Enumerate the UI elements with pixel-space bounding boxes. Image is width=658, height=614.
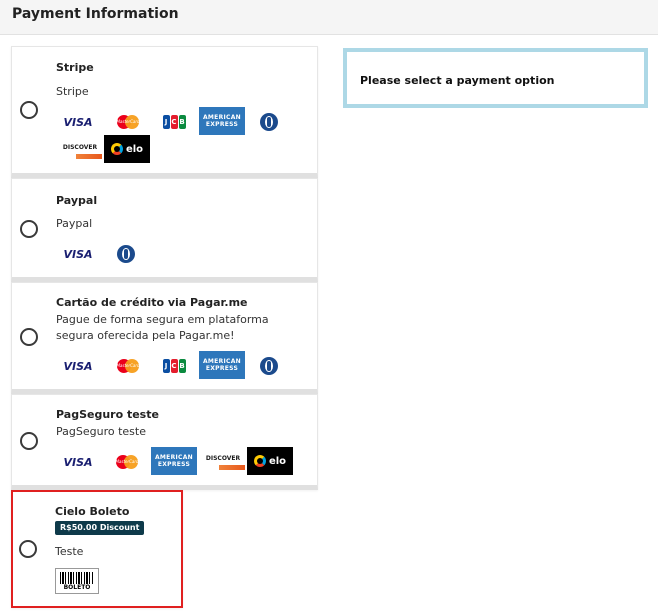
mastercard-logo: MasterCard: [113, 108, 143, 136]
method-description-line-2: segura oferecida pela Pagar.me!: [56, 329, 235, 342]
discover-logo: DISCOVER: [201, 448, 245, 476]
visa-logo: VISA: [63, 359, 93, 373]
amex-logo: AMERICAN EXPRESS: [151, 447, 197, 475]
visa-logo: VISA: [63, 247, 93, 261]
radio-paypal[interactable]: [20, 220, 38, 238]
prompt-message: Please select a payment option: [360, 74, 555, 87]
payment-method-cielo-boleto[interactable]: Cielo Boleto R$50.00 Discount Teste BOLE…: [11, 490, 183, 608]
diners-logo: [258, 108, 280, 136]
method-description: PagSeguro teste: [56, 425, 146, 438]
discover-logo: DISCOVER: [58, 137, 102, 165]
mastercard-logo: MasterCard: [113, 352, 143, 380]
jcb-logo: JCB: [161, 108, 187, 136]
method-name: PagSeguro teste: [56, 408, 159, 421]
method-description: Stripe: [56, 85, 89, 98]
method-description: Teste: [55, 545, 84, 558]
method-name: Cartão de crédito via Pagar.me: [56, 296, 248, 309]
elo-logo: elo: [104, 135, 150, 163]
discount-badge: R$50.00 Discount: [55, 521, 145, 535]
radio-cielo-boleto[interactable]: [19, 540, 37, 558]
method-name: Stripe: [56, 61, 94, 74]
method-name: Paypal: [56, 194, 98, 207]
radio-pagarme[interactable]: [20, 328, 38, 346]
boleto-logo: BOLETO: [55, 568, 99, 594]
radio-pagseguro[interactable]: [20, 432, 38, 450]
jcb-logo: JCB: [161, 352, 187, 380]
payment-selection-prompt: Please select a payment option: [343, 48, 648, 108]
elo-logo: elo: [247, 447, 293, 475]
method-description: Paypal: [56, 217, 93, 230]
visa-logo: VISA: [63, 115, 93, 129]
method-description-line-1: Pague de forma segura em plataforma: [56, 313, 269, 326]
amex-logo: AMERICAN EXPRESS: [199, 107, 245, 135]
page-title: Payment Information: [12, 6, 179, 22]
amex-logo: AMERICAN EXPRESS: [199, 351, 245, 379]
radio-stripe[interactable]: [20, 101, 38, 119]
visa-logo: VISA: [63, 455, 93, 469]
payment-method-paypal[interactable]: Paypal Paypal VISA: [11, 178, 318, 282]
payment-method-pagarme[interactable]: Cartão de crédito via Pagar.me Pague de …: [11, 282, 318, 394]
payment-method-pagseguro[interactable]: PagSeguro teste PagSeguro teste VISA Mas…: [11, 394, 318, 490]
payment-method-stripe[interactable]: Stripe Stripe VISA MasterCard JCB AMERIC…: [11, 46, 318, 178]
method-name: Cielo Boleto: [55, 505, 130, 518]
diners-logo: [115, 240, 137, 268]
diners-logo: [258, 352, 280, 380]
page-header: Payment Information: [0, 0, 658, 35]
mastercard-logo: MasterCard: [112, 448, 142, 476]
